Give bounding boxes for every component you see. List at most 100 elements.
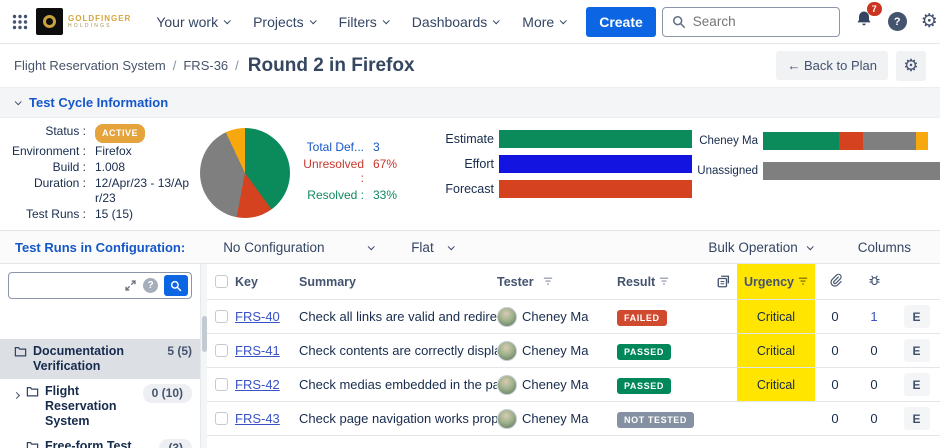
header-defects-icon[interactable] bbox=[855, 273, 893, 291]
tree-item-count: 5 (5) bbox=[167, 344, 192, 359]
back-to-plan-button[interactable]: ← Back to Plan bbox=[776, 51, 888, 80]
nav-your-work[interactable]: Your work bbox=[147, 8, 238, 36]
test-key-link[interactable]: FRS-43 bbox=[235, 411, 280, 426]
defect-count: 0 bbox=[855, 343, 893, 358]
settings-gear-icon[interactable]: ⚙ bbox=[921, 12, 938, 31]
tree-item-label: Flight Reservation System bbox=[45, 384, 137, 429]
search-help-icon[interactable]: ? bbox=[143, 278, 158, 293]
tree-item-count: (3) bbox=[159, 439, 192, 448]
tester-avatar bbox=[497, 375, 517, 395]
scrollbar-thumb[interactable] bbox=[202, 316, 207, 352]
header-summary[interactable]: Summary bbox=[299, 275, 497, 289]
chevron-down-icon bbox=[368, 243, 375, 250]
table-row: FRS-40 Check all links are valid and red… bbox=[207, 300, 940, 334]
breadcrumb-issue[interactable]: FRS-36 bbox=[183, 58, 228, 73]
nav-dashboards[interactable]: Dashboards bbox=[403, 8, 508, 36]
test-cycle-information-section-header[interactable]: Test Cycle Information bbox=[0, 88, 940, 118]
result-badge: FAILED bbox=[617, 310, 667, 326]
field-value: 12/Apr/23 - 13/Apr/23 bbox=[95, 176, 192, 206]
tree-item-documentation-verification[interactable]: Documentation Verification 5 (5) bbox=[0, 339, 200, 379]
expand-icon[interactable] bbox=[124, 279, 137, 292]
dropdown-value: Flat bbox=[411, 240, 434, 255]
field-label: Duration : bbox=[10, 176, 86, 206]
test-key-link[interactable]: FRS-42 bbox=[235, 377, 280, 392]
tree-item-free-form-test-cases[interactable]: Free-form Test Cases (3) bbox=[0, 434, 200, 448]
sidebar-scrollbar[interactable] bbox=[200, 264, 207, 448]
header-tester[interactable]: Tester bbox=[497, 275, 617, 289]
defect-count: 0 bbox=[855, 411, 893, 426]
row-checkbox[interactable] bbox=[215, 344, 228, 357]
tree-item-flight-reservation-system[interactable]: Flight Reservation System 0 (10) bbox=[0, 379, 200, 434]
tester-avatar bbox=[497, 341, 517, 361]
filter-icon[interactable] bbox=[543, 277, 553, 286]
tree-search-box[interactable]: ? bbox=[8, 272, 192, 299]
search-icon bbox=[672, 15, 686, 29]
bar-label: Effort bbox=[436, 157, 494, 171]
bar-label: Cheney Ma bbox=[696, 135, 758, 147]
configuration-dropdown[interactable]: No Configuration bbox=[223, 240, 373, 255]
execute-button[interactable]: E bbox=[904, 373, 930, 396]
breadcrumb-separator: / bbox=[235, 58, 239, 73]
header-label: Tester bbox=[497, 275, 534, 289]
page-settings-gear-icon[interactable]: ⚙ bbox=[896, 51, 926, 81]
test-key-link[interactable]: FRS-41 bbox=[235, 343, 280, 358]
filter-icon[interactable] bbox=[798, 277, 808, 286]
view-mode-dropdown[interactable]: Flat bbox=[411, 240, 453, 255]
tree-item-count: 0 (10) bbox=[143, 384, 192, 403]
field-label: Build : bbox=[10, 160, 86, 175]
expand-chevron-icon[interactable] bbox=[14, 387, 26, 402]
defect-count-link[interactable]: 1 bbox=[870, 309, 877, 324]
test-summary: Check contents are correctly displaye bbox=[299, 343, 497, 358]
back-label: Back to Plan bbox=[804, 58, 877, 73]
result-badge: PASSED bbox=[617, 378, 671, 394]
execute-button[interactable]: E bbox=[904, 339, 930, 362]
folder-icon bbox=[26, 441, 39, 448]
chevron-down-icon bbox=[447, 243, 454, 250]
columns-button[interactable]: Columns bbox=[858, 240, 911, 255]
notifications-bell-icon[interactable]: 7 bbox=[854, 9, 874, 34]
folder-icon bbox=[26, 386, 39, 397]
result-badge: PASSED bbox=[617, 344, 671, 360]
filter-icon[interactable] bbox=[659, 277, 669, 286]
nav-projects[interactable]: Projects bbox=[244, 8, 324, 36]
unassigned-stacked-bar bbox=[763, 162, 940, 180]
tree-search-button[interactable] bbox=[164, 275, 188, 296]
cycle-fields: Status :ACTIVE Environment :Firefox Buil… bbox=[10, 124, 192, 230]
global-search-input[interactable] bbox=[662, 7, 840, 37]
stat-value: 3 bbox=[373, 140, 380, 154]
execute-button[interactable]: E bbox=[904, 305, 930, 328]
execute-button[interactable]: E bbox=[904, 407, 930, 430]
select-all-checkbox[interactable] bbox=[215, 275, 228, 288]
paperclip-icon bbox=[828, 273, 843, 288]
app-window: GOLDFINGER HOLDINGS Your work Projects F… bbox=[0, 0, 940, 448]
config-title: Test Runs in Configuration: bbox=[15, 240, 185, 255]
header-key[interactable]: Key bbox=[235, 275, 299, 289]
header-steps-icon[interactable] bbox=[709, 274, 737, 289]
row-checkbox[interactable] bbox=[215, 412, 228, 425]
nav-filters[interactable]: Filters bbox=[330, 8, 397, 36]
row-checkbox[interactable] bbox=[215, 310, 228, 323]
table-header-row: Key Summary Tester Result Urgency bbox=[207, 264, 940, 300]
bulk-operation-dropdown[interactable]: Bulk Operation bbox=[708, 240, 811, 255]
header-result[interactable]: Result bbox=[617, 275, 709, 289]
app-switcher-icon[interactable] bbox=[12, 8, 28, 36]
header-attachments-icon[interactable] bbox=[815, 273, 855, 291]
nav-more[interactable]: More bbox=[513, 8, 574, 36]
copy-pages-icon bbox=[716, 274, 731, 289]
header-label: Result bbox=[617, 275, 655, 289]
test-key-link[interactable]: FRS-40 bbox=[235, 309, 280, 324]
header-urgency[interactable]: Urgency bbox=[737, 264, 815, 299]
help-icon[interactable]: ? bbox=[888, 12, 907, 31]
header-label: Urgency bbox=[744, 275, 794, 289]
chevron-down-icon bbox=[224, 17, 231, 24]
breadcrumb-project[interactable]: Flight Reservation System bbox=[14, 58, 166, 73]
assignee-stacked-bar bbox=[763, 132, 940, 150]
row-checkbox[interactable] bbox=[215, 378, 228, 391]
cycle-info-panel: Status :ACTIVE Environment :Firefox Buil… bbox=[0, 118, 940, 230]
company-logo[interactable]: GOLDFINGER HOLDINGS bbox=[36, 8, 131, 35]
attachment-count: 0 bbox=[815, 411, 855, 426]
search-field[interactable] bbox=[693, 14, 813, 29]
chevron-down-icon bbox=[806, 243, 813, 250]
attachment-count: 0 bbox=[815, 377, 855, 392]
create-button[interactable]: Create bbox=[586, 7, 656, 37]
